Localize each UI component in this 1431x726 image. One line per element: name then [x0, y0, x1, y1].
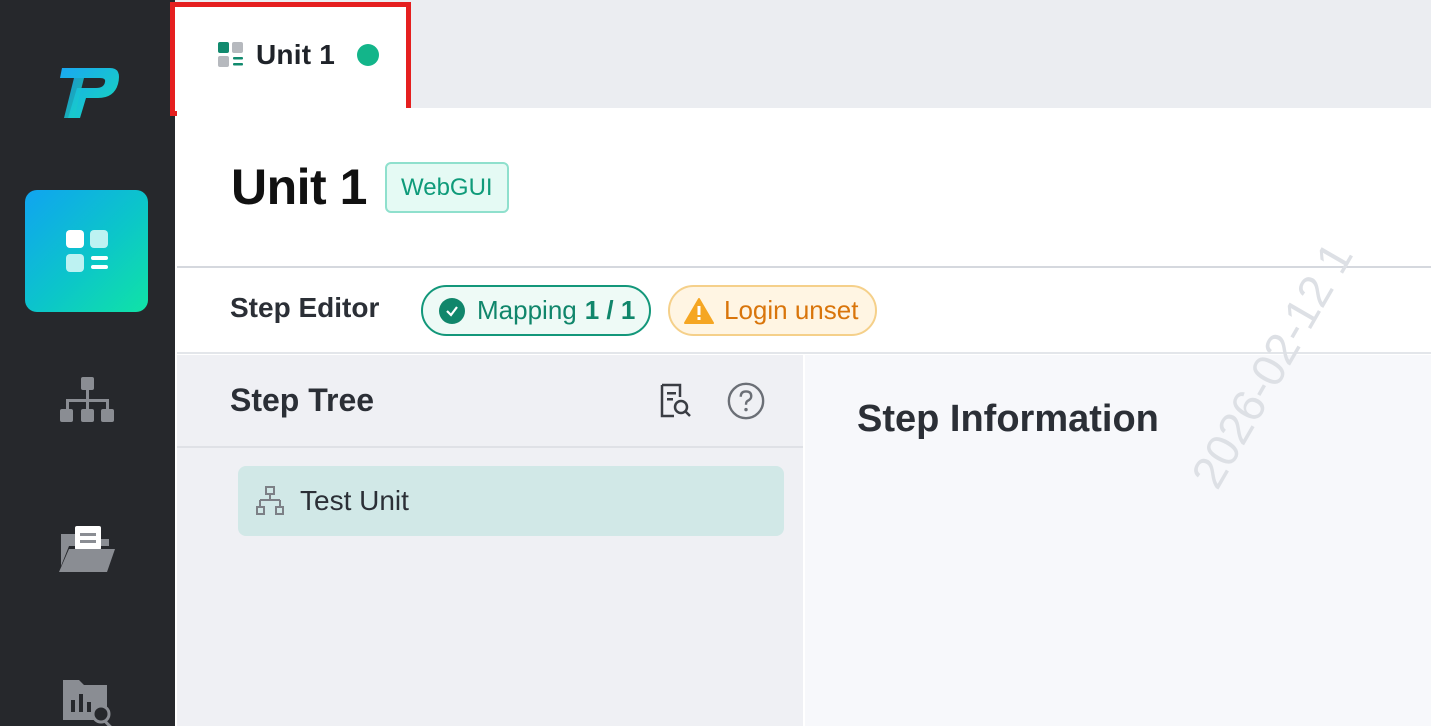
unit-grid-icon [218, 42, 243, 67]
step-editor-label: Step Editor [230, 292, 380, 323]
app-logo [60, 68, 119, 118]
mapping-count: 1 / 1 [584, 295, 636, 325]
type-badge: WebGUI [385, 162, 509, 213]
search-document-button[interactable] [655, 380, 695, 422]
tree-item-label: Test Unit [300, 485, 409, 516]
help-button[interactable] [726, 380, 766, 422]
nav-rail [0, 0, 175, 726]
step-information-title: Step Information [857, 398, 1159, 440]
login-status-badge[interactable]: Login unset [668, 285, 877, 336]
hierarchy-icon [256, 486, 284, 515]
tree-item-test-unit[interactable]: Test Unit [238, 466, 784, 536]
document-search-icon [660, 383, 691, 418]
report-search-icon[interactable] [55, 670, 119, 726]
warning-icon [684, 297, 714, 324]
tab-title: Unit 1 [256, 39, 335, 70]
step-tree-title: Step Tree [230, 382, 375, 418]
page-title: Unit 1 [231, 159, 367, 215]
mapping-status-badge[interactable]: Mapping 1 / 1 [421, 285, 651, 336]
check-circle-icon [439, 297, 465, 324]
folder-open-icon[interactable] [55, 518, 119, 582]
nav-units-button[interactable] [25, 190, 148, 312]
tab-unit-1-content[interactable]: Unit 1 [218, 38, 379, 72]
login-label: Login unset [724, 295, 859, 325]
help-circle-icon [727, 382, 765, 420]
tab-status-dot [356, 44, 379, 66]
unit-grid-icon [65, 230, 108, 272]
mapping-label: Mapping [477, 295, 577, 325]
hierarchy-icon[interactable] [55, 372, 119, 436]
